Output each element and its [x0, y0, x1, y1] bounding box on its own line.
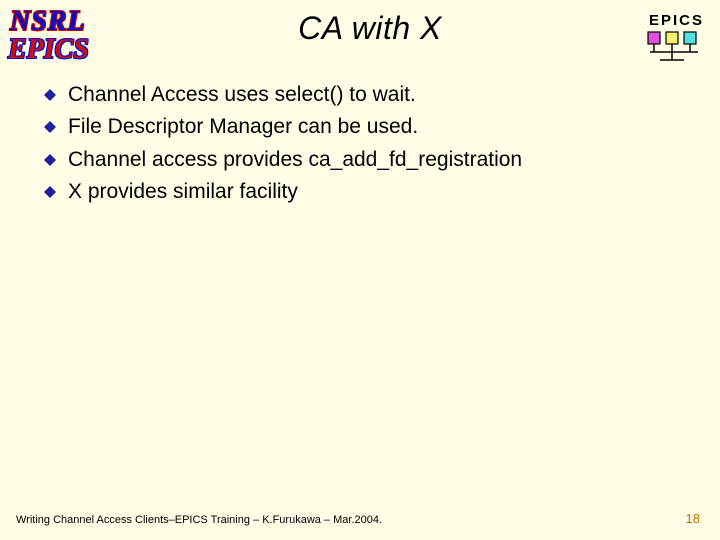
bullet-text: X provides similar facility: [68, 179, 298, 205]
list-item: File Descriptor Manager can be used.: [44, 114, 680, 140]
bullet-text: Channel access provides ca_add_fd_regist…: [68, 147, 522, 173]
bullet-diamond-icon: [44, 121, 56, 133]
bullet-text: Channel Access uses select() to wait.: [68, 82, 416, 108]
epics-logo-icon: [646, 30, 702, 69]
page-number: 18: [686, 511, 700, 526]
bullet-diamond-icon: [44, 89, 56, 101]
slide: NSRL EPICS CA with X EPICS Channel Acces…: [0, 0, 720, 540]
epics-corner-label: EPICS: [649, 12, 704, 29]
list-item: X provides similar facility: [44, 179, 680, 205]
bullet-diamond-icon: [44, 186, 56, 198]
side-logo-epics: EPICS: [8, 34, 89, 66]
list-item: Channel access provides ca_add_fd_regist…: [44, 147, 680, 173]
bullet-text: File Descriptor Manager can be used.: [68, 114, 418, 140]
slide-title: CA with X: [160, 10, 580, 47]
bullet-list: Channel Access uses select() to wait. Fi…: [44, 82, 680, 211]
list-item: Channel Access uses select() to wait.: [44, 82, 680, 108]
bullet-diamond-icon: [44, 154, 56, 166]
footer-text: Writing Channel Access Clients–EPICS Tra…: [16, 514, 382, 526]
